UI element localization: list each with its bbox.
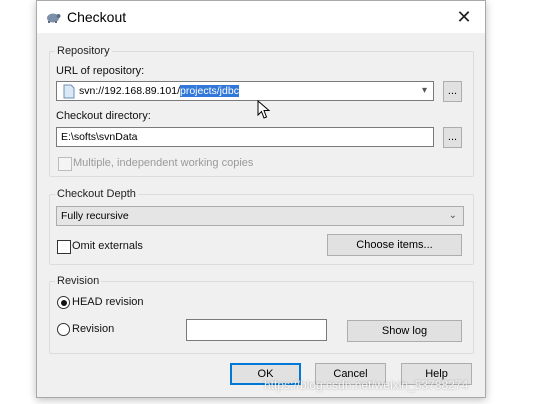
tortoise-svn-icon	[47, 13, 61, 23]
revision-group	[49, 281, 474, 354]
omit-externals-checkbox[interactable]	[57, 240, 71, 254]
checkout-dialog: Checkout ✕ Repository URL of repository:…	[36, 0, 486, 398]
revision-radio-label: Revision	[72, 323, 115, 335]
chevron-down-icon[interactable]: ▾	[422, 85, 427, 96]
repository-group-label: Repository	[55, 45, 112, 57]
revision-radio[interactable]	[57, 323, 70, 336]
title-bar: Checkout ✕	[37, 1, 485, 33]
revision-group-label: Revision	[55, 275, 102, 287]
document-icon	[63, 84, 75, 99]
multiple-copies-label: Multiple, independent working copies	[73, 157, 254, 169]
omit-externals-label: Omit externals	[72, 240, 143, 252]
head-revision-radio[interactable]	[57, 296, 70, 309]
url-prefix-text: svn://192.168.89.101/	[79, 85, 180, 97]
checkout-directory-label: Checkout directory:	[56, 110, 151, 122]
head-revision-label: HEAD revision	[72, 296, 144, 308]
checkout-directory-value: E:\softs\svnData	[61, 131, 138, 143]
window-title: Checkout	[67, 9, 127, 25]
url-label: URL of repository:	[56, 65, 145, 77]
choose-items-button[interactable]: Choose items...	[327, 234, 462, 256]
close-icon[interactable]: ✕	[453, 6, 475, 28]
url-browse-button[interactable]: ...	[443, 81, 462, 102]
chevron-down-icon: ⌄	[448, 210, 457, 221]
text-cursor-icon	[257, 100, 271, 119]
radio-selected-dot	[60, 299, 67, 306]
watermark-text: https://blog.csdn.net/weixin_53788274	[264, 378, 469, 392]
show-log-button[interactable]: Show log	[347, 320, 462, 342]
checkout-depth-label: Checkout Depth	[55, 188, 138, 200]
url-selected-text: projects/jdbc	[180, 85, 239, 97]
directory-browse-button[interactable]: ...	[443, 127, 462, 148]
depth-dropdown[interactable]: Fully recursive ⌄	[56, 206, 464, 226]
url-combobox[interactable]: svn://192.168.89.101/projects/jdbc ▾	[56, 81, 434, 101]
multiple-copies-checkbox[interactable]	[58, 157, 72, 171]
checkout-directory-input[interactable]: E:\softs\svnData	[56, 127, 434, 147]
revision-input[interactable]	[186, 319, 327, 341]
depth-selected-value: Fully recursive	[61, 210, 129, 222]
